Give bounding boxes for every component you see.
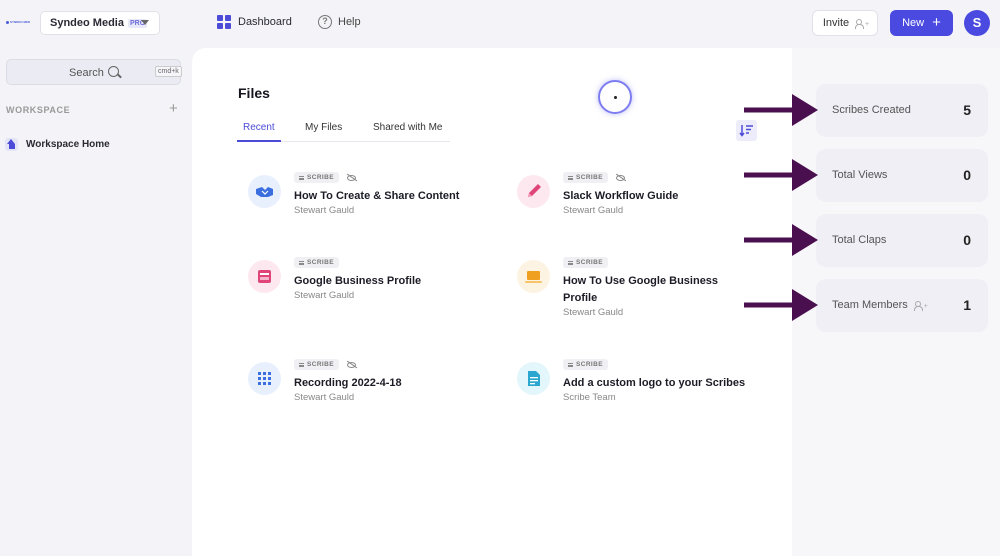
search-bar[interactable]: Search cmd+k bbox=[6, 59, 182, 85]
stats-panel: Scribes Created 5 Total Views 0 Total Cl… bbox=[792, 48, 1000, 556]
file-meta: SCRIBE bbox=[563, 359, 608, 370]
add-person-icon: + bbox=[855, 18, 869, 29]
logo-mark-icon bbox=[6, 20, 9, 24]
top-bar: SYNDEO MEDIA Syndeo Media PRO Dashboard … bbox=[0, 0, 1000, 46]
file-tabs: Recent My Files Shared with Me bbox=[237, 120, 450, 142]
file-author: Stewart Gauld bbox=[563, 307, 624, 318]
help-circle-icon: ? bbox=[318, 15, 332, 29]
hidden-eye-icon bbox=[615, 174, 625, 181]
avatar[interactable]: S bbox=[964, 10, 990, 36]
tab-my-files[interactable]: My Files bbox=[305, 122, 342, 133]
sidebar-item-label: Workspace Home bbox=[26, 139, 110, 150]
stat-value: 5 bbox=[963, 102, 971, 118]
type-badge: SCRIBE bbox=[294, 257, 339, 268]
sidebar-item-workspace-home[interactable]: Workspace Home bbox=[5, 138, 110, 151]
hidden-eye-icon bbox=[346, 361, 356, 368]
stat-scribes-created: Scribes Created 5 bbox=[816, 84, 988, 137]
profile-card-icon bbox=[248, 260, 281, 293]
type-badge: SCRIBE bbox=[294, 359, 339, 370]
add-person-icon: + bbox=[913, 300, 928, 311]
tab-recent[interactable]: Recent bbox=[243, 122, 275, 133]
hidden-eye-icon bbox=[346, 174, 356, 181]
file-title: Slack Workflow Guide bbox=[563, 190, 679, 202]
document-icon bbox=[517, 362, 550, 395]
stat-total-claps: Total Claps 0 bbox=[816, 214, 988, 267]
file-title: How To Create & Share Content bbox=[294, 190, 460, 202]
new-label: New bbox=[902, 17, 925, 29]
annotation-arrow bbox=[744, 289, 818, 321]
logo-text: SYNDEO MEDIA bbox=[10, 20, 30, 24]
syndeo-logo[interactable]: SYNDEO MEDIA bbox=[6, 16, 30, 28]
stat-label-group: Team Members + bbox=[832, 299, 928, 311]
file-title: How To Use Google Business Profile bbox=[563, 275, 719, 304]
file-author: Stewart Gauld bbox=[294, 290, 355, 301]
invite-label: Invite bbox=[822, 17, 850, 29]
stat-value: 0 bbox=[963, 167, 971, 183]
file-meta: SCRIBE bbox=[563, 172, 625, 183]
pencil-icon bbox=[517, 175, 550, 208]
annotation-arrow bbox=[744, 94, 818, 126]
search-shortcut: cmd+k bbox=[155, 66, 182, 77]
nav-dashboard-label: Dashboard bbox=[238, 16, 292, 28]
nav-help-label: Help bbox=[338, 16, 361, 28]
type-badge: SCRIBE bbox=[563, 257, 608, 268]
active-tab-indicator bbox=[237, 140, 281, 142]
add-workspace-icon[interactable]: + bbox=[169, 100, 178, 117]
chevron-down-icon bbox=[141, 20, 149, 25]
type-badge: SCRIBE bbox=[563, 359, 608, 370]
main-panel: Files Recent My Files Shared with Me SCR… bbox=[192, 48, 792, 556]
stat-value: 0 bbox=[963, 232, 971, 248]
file-card[interactable]: SCRIBE How To Create & Share Content Ste… bbox=[248, 172, 488, 232]
page-title: Files bbox=[238, 85, 270, 101]
stat-label: Scribes Created bbox=[832, 104, 911, 116]
dashboard-grid-icon bbox=[217, 15, 231, 29]
stat-label: Total Views bbox=[832, 169, 888, 181]
type-badge: SCRIBE bbox=[563, 172, 608, 183]
nav-dashboard[interactable]: Dashboard bbox=[217, 15, 292, 29]
file-card[interactable]: SCRIBE Recording 2022-4-18 Stewart Gauld bbox=[248, 359, 488, 419]
new-button[interactable]: New + bbox=[890, 10, 953, 36]
tab-shared-with-me[interactable]: Shared with Me bbox=[373, 122, 442, 133]
file-title: Google Business Profile bbox=[294, 275, 422, 287]
annotation-arrow bbox=[744, 159, 818, 191]
file-title: Recording 2022-4-18 bbox=[294, 377, 402, 389]
stat-label: Team Members bbox=[832, 299, 908, 311]
search-icon bbox=[108, 66, 119, 77]
loading-spinner-icon bbox=[598, 80, 632, 114]
file-meta: SCRIBE bbox=[563, 257, 608, 268]
workspace-section-label: WORKSPACE bbox=[6, 105, 71, 115]
organization-selector[interactable]: Syndeo Media PRO bbox=[40, 11, 160, 35]
home-icon bbox=[5, 138, 18, 151]
type-badge: SCRIBE bbox=[294, 172, 339, 183]
sidebar: Search cmd+k WORKSPACE + Workspace Home bbox=[0, 46, 192, 556]
grid-document-icon bbox=[248, 362, 281, 395]
file-meta: SCRIBE bbox=[294, 257, 339, 268]
annotation-arrow bbox=[744, 224, 818, 256]
plus-icon: + bbox=[932, 14, 941, 31]
stat-total-views: Total Views 0 bbox=[816, 149, 988, 202]
file-author: Stewart Gauld bbox=[294, 205, 355, 216]
file-card[interactable]: SCRIBE Add a custom logo to your Scribes… bbox=[517, 359, 757, 419]
file-author: Scribe Team bbox=[563, 392, 616, 403]
file-meta: SCRIBE bbox=[294, 172, 356, 183]
laptop-icon bbox=[517, 260, 550, 293]
nav-help[interactable]: ? Help bbox=[318, 15, 361, 29]
file-title: Add a custom logo to your Scribes bbox=[563, 377, 746, 389]
handshake-icon bbox=[248, 175, 281, 208]
stat-team-members[interactable]: Team Members + 1 bbox=[816, 279, 988, 332]
stat-value: 1 bbox=[963, 297, 971, 313]
file-meta: SCRIBE bbox=[294, 359, 356, 370]
file-author: Stewart Gauld bbox=[563, 205, 624, 216]
file-author: Stewart Gauld bbox=[294, 392, 355, 403]
organization-name: Syndeo Media bbox=[50, 17, 124, 29]
file-card[interactable]: SCRIBE How To Use Google Business Profil… bbox=[517, 257, 757, 318]
file-card[interactable]: SCRIBE Google Business Profile Stewart G… bbox=[248, 257, 488, 317]
invite-button[interactable]: Invite + bbox=[812, 10, 878, 36]
file-card[interactable]: SCRIBE Slack Workflow Guide Stewart Gaul… bbox=[517, 172, 757, 232]
search-label: Search bbox=[69, 67, 104, 79]
stat-label: Total Claps bbox=[832, 234, 887, 246]
